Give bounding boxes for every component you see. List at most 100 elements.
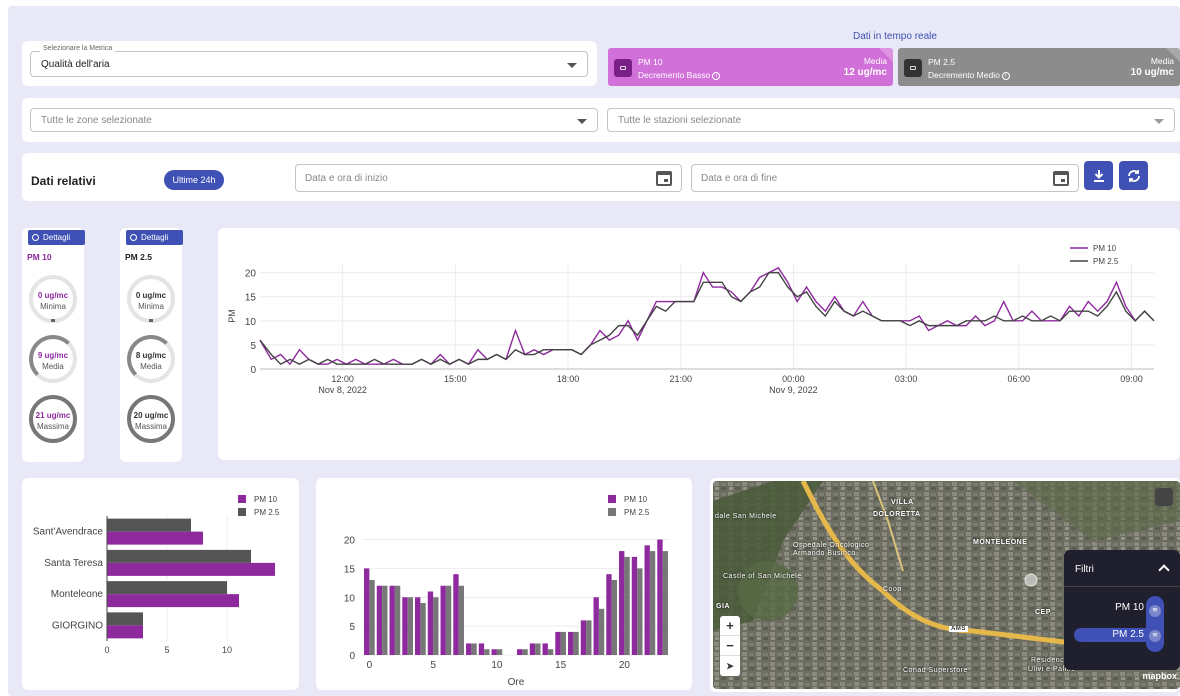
pm10-max-label: Massima — [36, 422, 69, 431]
satellite-map[interactable]: dale San Michele Ospedale Oncologico Arm… — [713, 481, 1180, 689]
hourly-bar-chart[interactable]: 0 5 10 15 20 0 5 10 15 20 Ore PM 10 PM 2.5 — [316, 478, 692, 690]
map-card: dale San Michele Ospedale Oncologico Arm… — [710, 478, 1180, 692]
pm25-max-ring: 20 ug/mc Massima — [127, 395, 175, 443]
filter-pm25[interactable]: PM 2.5 — [1112, 629, 1144, 640]
dettagli-pm10-button[interactable]: Dettagli — [28, 230, 85, 245]
category-label: Sant'Avendrace — [33, 527, 104, 538]
realtime-pm10-card[interactable]: PM 10 Decremento Basso i Media 12 ug/mc — [608, 48, 893, 86]
pm10-sensor-icon — [614, 59, 632, 77]
y-tick-label: 5 — [250, 341, 256, 352]
x-tick-label: 10 — [222, 645, 232, 655]
legend-label: PM 2.5 — [1093, 257, 1119, 266]
bar-pm25 — [471, 643, 477, 655]
pm10-min-ring: 0 ug/mc Minima — [29, 275, 77, 323]
legend-swatch — [608, 495, 616, 503]
legend-label: PM 10 — [254, 495, 278, 504]
filtri-title: Filtri — [1075, 564, 1094, 575]
bar-pm25 — [458, 585, 464, 655]
bar-pm10 — [593, 597, 599, 655]
x-tick-label: 06:00 — [1008, 374, 1031, 384]
bar-pm10 — [542, 643, 548, 655]
bar-pm10 — [415, 597, 421, 655]
compass-button[interactable]: ➤ — [720, 656, 740, 676]
bar-pm25 — [637, 568, 643, 655]
x-tick-label: 0 — [367, 660, 373, 671]
bar-pm25 — [433, 597, 439, 655]
bar-pm10 — [402, 597, 408, 655]
category-label: GIORGINO — [52, 620, 103, 631]
pm25-avg-ring: 8 ug/mc Media — [127, 335, 175, 383]
info-icon[interactable]: i — [712, 71, 721, 80]
zoom-in-button[interactable]: + — [720, 616, 740, 636]
calendar-icon[interactable] — [1053, 171, 1069, 186]
bar-pm10 — [364, 568, 370, 655]
legend-swatch — [238, 508, 246, 516]
zoom-out-button[interactable]: − — [720, 636, 740, 656]
bar-pm10 — [517, 649, 523, 655]
dati-relativi-title: Dati relativi — [31, 174, 96, 188]
zones-select[interactable]: Tutte le zone selezionate — [30, 108, 598, 132]
filter-pm10-toggle-icon[interactable]: ≋ — [1149, 605, 1161, 617]
download-icon — [1093, 169, 1104, 182]
chevron-up-icon[interactable] — [1158, 564, 1170, 576]
bar-pm10 — [107, 625, 143, 639]
pm-line-chart[interactable]: 0 5 10 15 20 12:00Nov 8, 2022 15:00 18:00 21:00 0… — [218, 228, 1180, 460]
pm10-min-value: 0 ug/mc — [37, 291, 69, 300]
dettagli-label: Dettagli — [141, 233, 169, 242]
filter-pm25-toggle-icon[interactable]: ≋ — [1149, 630, 1161, 642]
realtime-pm25-card[interactable]: PM 2.5 Decremento Medio i Media 10 ug/mc — [898, 48, 1180, 86]
filter-pm10[interactable]: PM 10 — [1115, 602, 1144, 613]
dettagli-pm25-button[interactable]: Dettagli — [126, 230, 183, 245]
filters-card: Tutte le zone selezionate Tutte le stazi… — [22, 98, 1180, 142]
y-tick-label: 15 — [245, 293, 257, 304]
map-label: Castle of San Michele — [723, 573, 802, 580]
bar-pm10 — [555, 631, 561, 655]
stats-pm10-card: Dettagli PM 10 0 ug/mc Minima 9 ug/mc Me… — [22, 228, 85, 462]
metric-select-label: Selezionare la Metrica — [40, 45, 116, 52]
y-tick-label: 20 — [245, 269, 257, 280]
map-label: DOLORETTA — [873, 511, 921, 518]
zones-select-placeholder: Tutte le zone selezionate — [41, 115, 152, 126]
stats-pm25-card: Dettagli PM 2.5 0 ug/mc Minima 8 ug/mc M… — [120, 228, 183, 462]
station-bar-chart[interactable]: 0 5 10 Sant'Avendrace Santa Teresa Monteleone… — [22, 478, 299, 690]
map-label: Residence — [1031, 657, 1069, 664]
map-label: CEP — [1035, 609, 1051, 616]
map-label: GIA — [716, 603, 730, 610]
y-tick-label: 10 — [344, 593, 356, 604]
map-label: Coop — [883, 586, 902, 593]
y-axis-title: PM — [227, 309, 237, 323]
realtime-pm25-trend-text: Decremento Medio — [928, 70, 1000, 80]
y-tick-label: 20 — [344, 536, 356, 547]
legend-label: PM 2.5 — [624, 508, 650, 517]
filtri-divider — [1064, 586, 1180, 587]
dettagli-label: Dettagli — [43, 233, 71, 242]
x-tick-label: 10 — [491, 660, 503, 671]
realtime-pm10-trend-text: Decremento Basso — [638, 70, 711, 80]
download-button[interactable] — [1084, 161, 1113, 190]
bar-pm10 — [466, 643, 472, 655]
calendar-icon[interactable] — [656, 171, 672, 186]
x-tick-date-label: Nov 8, 2022 — [318, 385, 367, 395]
map-layers-button[interactable] — [1155, 488, 1173, 506]
info-icon[interactable]: i — [1001, 71, 1010, 80]
map-label: Ospedale Oncologico — [793, 542, 870, 549]
start-date-placeholder: Data e ora di inizio — [305, 173, 388, 184]
refresh-button[interactable] — [1119, 161, 1148, 190]
pm10-max-ring: 21 ug/mc Massima — [29, 395, 77, 443]
bar-pm25 — [547, 649, 554, 655]
realtime-title: Dati in tempo reale — [853, 31, 937, 42]
realtime-pm10-media-value: 12 ug/mc — [843, 67, 887, 78]
stations-dropdown-caret-icon — [1154, 119, 1164, 124]
ultime-24h-chip[interactable]: Ultime 24h — [164, 170, 224, 190]
end-date-input[interactable]: Data e ora di fine — [691, 164, 1079, 192]
category-label: Monteleone — [51, 589, 104, 600]
stations-select[interactable]: Tutte le stazioni selezionate — [607, 108, 1175, 132]
metric-select-card: Selezionare la Metrica Qualità dell'aria — [22, 41, 597, 86]
bar-pm25 — [394, 585, 401, 655]
metric-select[interactable]: Selezionare la Metrica Qualità dell'aria — [30, 45, 588, 77]
start-date-input[interactable]: Data e ora di inizio — [295, 164, 682, 192]
bar-pm25 — [382, 585, 388, 655]
bar-pm10 — [478, 643, 485, 655]
dati-relativi-card: Dati relativi Ultime 24h Data e ora di i… — [22, 153, 1180, 201]
station-bar-chart-card: 0 5 10 Sant'Avendrace Santa Teresa Monteleone… — [22, 478, 299, 690]
